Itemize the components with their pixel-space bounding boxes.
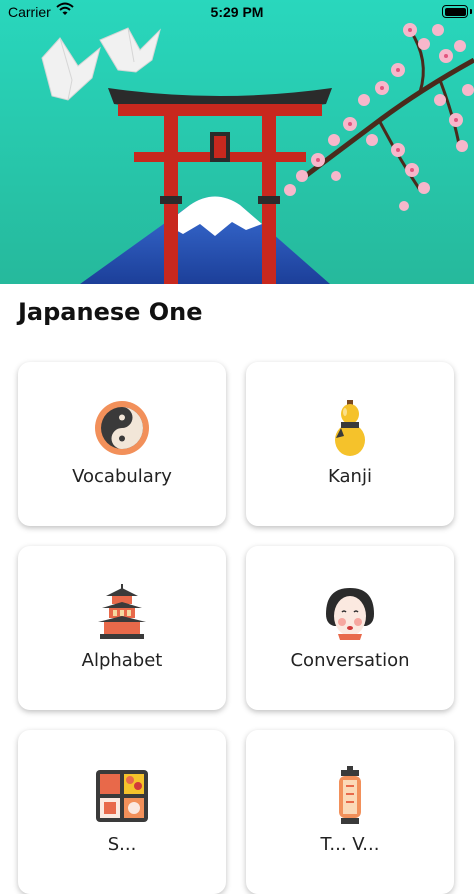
category-label: Kanji [328,466,372,487]
category-label: Vocabulary [72,466,172,487]
category-grid: Vocabulary Kanji Alphabet Conversation S… [0,0,474,894]
category-card-vocabulary[interactable]: Vocabulary [18,362,226,526]
category-card-6[interactable]: T... V... [246,730,454,894]
category-card-kanji[interactable]: Kanji [246,362,454,526]
battery-nub [470,9,472,14]
category-label: Alphabet [81,650,163,671]
category-label: T... V... [320,834,380,855]
lantern-icon [320,766,380,826]
battery-icon [442,5,468,18]
category-label: S... [107,834,137,855]
bento-box-icon [92,766,152,826]
category-card-5[interactable]: S... [18,730,226,894]
status-time: 5:29 PM [210,4,264,20]
geisha-mask-icon [320,582,380,642]
pagoda-icon [92,582,152,642]
category-label: Conversation [290,650,410,671]
status-bar: Carrier 5:29 PM [0,0,474,24]
gourd-icon [320,398,380,458]
category-card-alphabet[interactable]: Alphabet [18,546,226,710]
category-card-conversation[interactable]: Conversation [246,546,454,710]
yin-yang-icon [92,398,152,458]
